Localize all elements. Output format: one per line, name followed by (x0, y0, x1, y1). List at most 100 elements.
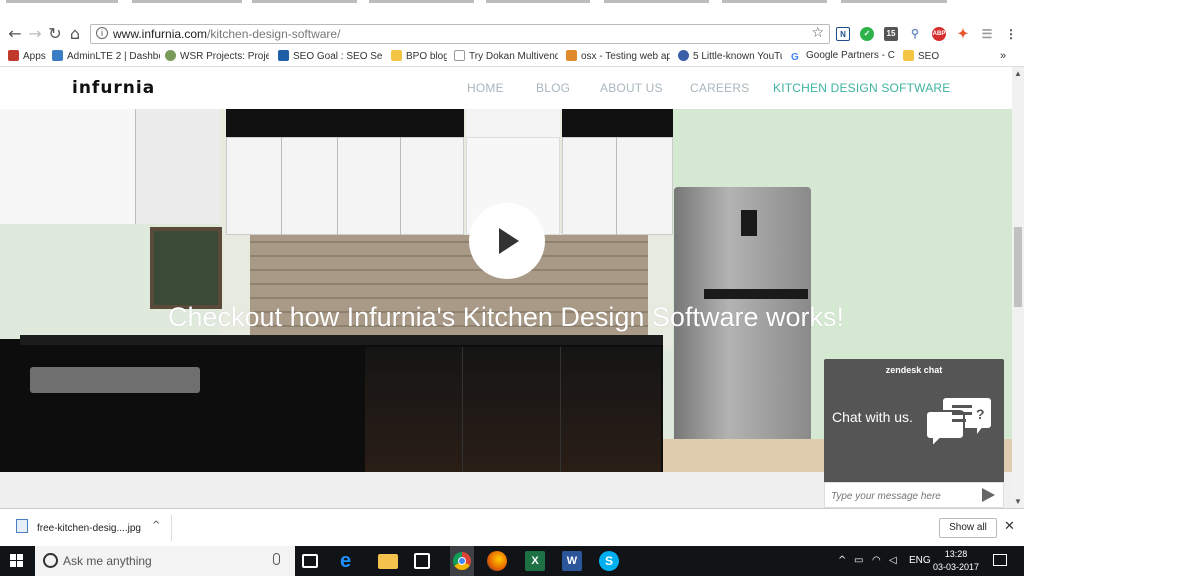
clock[interactable]: 13:28 03-03-2017 (932, 548, 980, 574)
cabinet-divider (400, 137, 401, 235)
tab[interactable] (841, 0, 947, 3)
edge-icon[interactable]: e (340, 551, 360, 571)
drawers (365, 347, 661, 472)
tab[interactable] (486, 0, 590, 3)
adblock-icon[interactable]: ABP (932, 27, 946, 41)
task-view-icon[interactable] (302, 554, 318, 568)
bookmark-google-partners[interactable]: G Google Partners - Cer (791, 50, 895, 64)
page-icon (454, 50, 465, 61)
bookmark-label: AdminLTE 2 | Dashbo (67, 51, 160, 62)
site-header: infurnia HOME BLOG ABOUT US CAREERS KITC… (0, 67, 1012, 109)
google-icon: G (791, 52, 802, 63)
tab[interactable] (132, 0, 242, 3)
bookmark-star-icon[interactable]: ☆ (811, 25, 824, 41)
taskbar-search[interactable]: Ask me anything (35, 546, 295, 576)
scroll-up-icon[interactable]: ▲ (1014, 69, 1022, 78)
countertop (20, 335, 663, 345)
play-button[interactable] (469, 203, 545, 279)
language-indicator[interactable]: ENG (909, 555, 931, 566)
chat-bubble-icon: ? (925, 396, 993, 450)
page-scrollbar[interactable]: ▲ ▼ (1012, 67, 1024, 508)
svg-text:?: ? (976, 406, 985, 422)
menu-dots-icon[interactable]: ⋮ (1004, 27, 1018, 41)
forward-arrow-icon[interactable]: → (26, 25, 44, 43)
list-icon[interactable]: ☰ (980, 27, 994, 41)
nav-about-us[interactable]: ABOUT US (600, 81, 663, 95)
bookmark-bpo-blog[interactable]: BPO blog (391, 50, 447, 64)
tab[interactable] (722, 0, 827, 3)
word-icon[interactable]: W (562, 551, 582, 571)
nav-careers[interactable]: CAREERS (690, 81, 749, 95)
tab[interactable] (369, 0, 474, 3)
microphone-icon[interactable] (273, 553, 280, 565)
address-bar[interactable]: i www.infurnia.com/kitchen-design-softwa… (90, 24, 830, 44)
notification-icon[interactable] (993, 554, 1007, 566)
hero-caption: Checkout how Infurnia's Kitchen Design S… (168, 302, 844, 332)
folder-icon (391, 50, 402, 61)
browser-toolbar: ← → ↻ ⌂ i www.infurnia.com/kitchen-desig… (0, 21, 1024, 47)
bookmark-label: Try Dokan Multivendo (469, 51, 558, 62)
tab[interactable] (252, 0, 357, 3)
bookmark-seo-goal[interactable]: SEO Goal : SEO Servic (278, 50, 382, 64)
info-icon[interactable]: i (96, 27, 108, 39)
bookmark-label: SEO (918, 51, 940, 62)
search-placeholder: Ask me anything (63, 554, 152, 568)
chrome-active-bg[interactable] (450, 546, 474, 576)
bookmark-adminlte[interactable]: AdminLTE 2 | Dashbo (52, 50, 160, 64)
store-icon[interactable] (414, 553, 430, 569)
calendar-icon[interactable]: 15 (884, 27, 898, 41)
excel-icon[interactable]: X (525, 551, 545, 571)
wifi-icon[interactable]: ◠ (872, 555, 881, 566)
bookmark-apps[interactable]: Apps (8, 50, 46, 64)
n-icon[interactable]: N (836, 27, 850, 41)
tray-chevron-icon[interactable]: ^ (838, 555, 846, 566)
tab[interactable] (6, 0, 118, 3)
bookmark-wsr[interactable]: WSR Projects: Project (165, 50, 269, 64)
bookmark-seo[interactable]: SEO (903, 50, 943, 64)
download-file-name: free-kitchen-desig....jpg (37, 523, 141, 534)
tab[interactable] (604, 0, 709, 3)
home-icon[interactable]: ⌂ (66, 25, 84, 43)
reload-icon[interactable]: ↻ (46, 25, 64, 43)
scroll-thumb[interactable] (1014, 227, 1022, 307)
drawer-divider (560, 347, 561, 472)
desktop-background (1024, 0, 1200, 546)
firefox-icon[interactable] (487, 551, 507, 571)
url-host: www.infurnia.com (113, 27, 208, 41)
fridge-handle (704, 289, 808, 299)
show-all-button[interactable]: Show all (939, 518, 997, 538)
chat-message-input[interactable] (831, 489, 971, 503)
nav-blog[interactable]: BLOG (536, 81, 570, 95)
sink (30, 367, 200, 393)
battery-icon[interactable]: ▭ (854, 555, 863, 566)
puzzle-icon[interactable]: ✦ (956, 27, 970, 41)
bookmarks-overflow-icon[interactable]: » (1000, 50, 1006, 64)
link-icon[interactable]: ⚲ (908, 27, 922, 41)
site-logo[interactable]: infurnia (72, 78, 155, 98)
upper-cabinet-door (135, 109, 220, 224)
bookmark-dokan[interactable]: Try Dokan Multivendo (454, 50, 558, 64)
search-page-icon (678, 50, 689, 61)
skype-icon[interactable]: S (599, 551, 619, 571)
file-explorer-icon[interactable] (378, 554, 398, 569)
chevron-up-icon[interactable]: ^ (152, 520, 160, 531)
nav-home[interactable]: HOME (467, 81, 504, 95)
chat-title: Chat with us. (832, 409, 913, 425)
nav-kitchen-design-software[interactable]: KITCHEN DESIGN SOFTWARE (773, 81, 951, 95)
volume-icon[interactable]: ◁ (889, 555, 897, 566)
close-icon[interactable]: ✕ (1004, 519, 1015, 534)
back-arrow-icon[interactable]: ← (6, 25, 24, 43)
windows-start-icon[interactable] (10, 554, 24, 568)
check-icon[interactable]: ✓ (860, 27, 874, 41)
bookmark-osx[interactable]: osx - Testing web app (566, 50, 670, 64)
cortana-icon (43, 553, 58, 568)
seo-icon (278, 50, 289, 61)
chat-widget[interactable]: zendesk chat Chat with us. ? (824, 359, 1004, 508)
folder-icon (903, 50, 914, 61)
scroll-down-icon[interactable]: ▼ (1014, 497, 1022, 506)
send-icon[interactable] (982, 488, 995, 502)
download-item[interactable]: free-kitchen-desig....jpg ^ (10, 515, 172, 541)
bookmark-youtube-tips[interactable]: 5 Little-known YouTu (678, 50, 782, 64)
web-page: infurnia HOME BLOG ABOUT US CAREERS KITC… (0, 67, 1012, 508)
url-text[interactable]: www.infurnia.com/kitchen-design-software… (113, 27, 340, 41)
